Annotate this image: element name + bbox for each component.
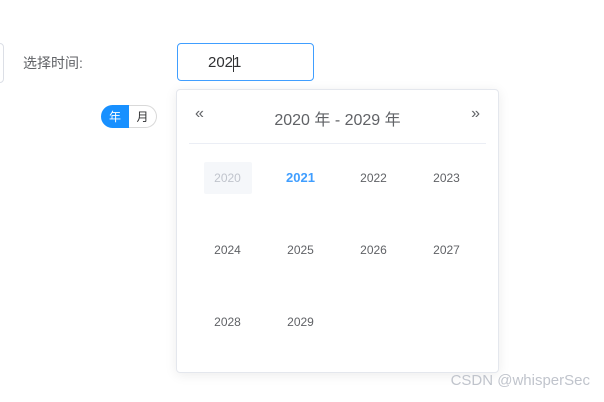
year-cell[interactable]: 2023 xyxy=(410,162,483,234)
year-cell-label: 2029 xyxy=(287,315,314,329)
mode-year-option[interactable]: 年 xyxy=(101,105,129,128)
decade-range-label: 2020 年 - 2029 年 xyxy=(274,112,401,129)
year-cell-label: 2020 xyxy=(203,162,252,194)
select-time-label: 选择时间: xyxy=(23,55,83,71)
mode-month-option[interactable]: 月 xyxy=(129,105,157,128)
year-cell[interactable]: 2025 xyxy=(264,234,337,306)
year-cell-label: 2025 xyxy=(287,243,314,257)
header-divider xyxy=(189,143,486,144)
year-cell-label: 2027 xyxy=(433,243,460,257)
year-input-value: 2021 xyxy=(208,53,242,72)
year-cell: 2020 xyxy=(191,162,264,234)
year-cell[interactable]: 2028 xyxy=(191,306,264,378)
next-decade-icon[interactable]: » xyxy=(471,105,480,123)
year-cell[interactable]: 2021 xyxy=(264,162,337,234)
year-cell-label: 2021 xyxy=(286,170,315,185)
left-input-stub[interactable] xyxy=(0,43,4,83)
year-cell[interactable]: 2027 xyxy=(410,234,483,306)
year-cell-label: 2022 xyxy=(360,171,387,185)
year-cell[interactable]: 2024 xyxy=(191,234,264,306)
year-picker-panel: « 2020 年 - 2029 年 » 2020 2021 2022 2023 2024… xyxy=(176,89,499,373)
year-grid: 2020 2021 2022 2023 2024 2025 2026 2027 2028 2029 xyxy=(191,162,483,378)
watermark: CSDN @whisperSec xyxy=(450,372,590,389)
year-cell[interactable]: 2029 xyxy=(264,306,337,378)
year-cell[interactable]: 2026 xyxy=(337,234,410,306)
picker-header: « 2020 年 - 2029 年 » xyxy=(177,90,498,144)
year-input[interactable]: 2021 xyxy=(177,43,314,81)
year-cell-label: 2024 xyxy=(214,243,241,257)
year-cell-label: 2026 xyxy=(360,243,387,257)
text-caret xyxy=(233,54,234,72)
year-cell[interactable]: 2022 xyxy=(337,162,410,234)
year-cell-label: 2023 xyxy=(433,171,460,185)
mode-toggle[interactable]: 年 月 xyxy=(101,105,157,128)
year-cell-label: 2028 xyxy=(214,315,241,329)
